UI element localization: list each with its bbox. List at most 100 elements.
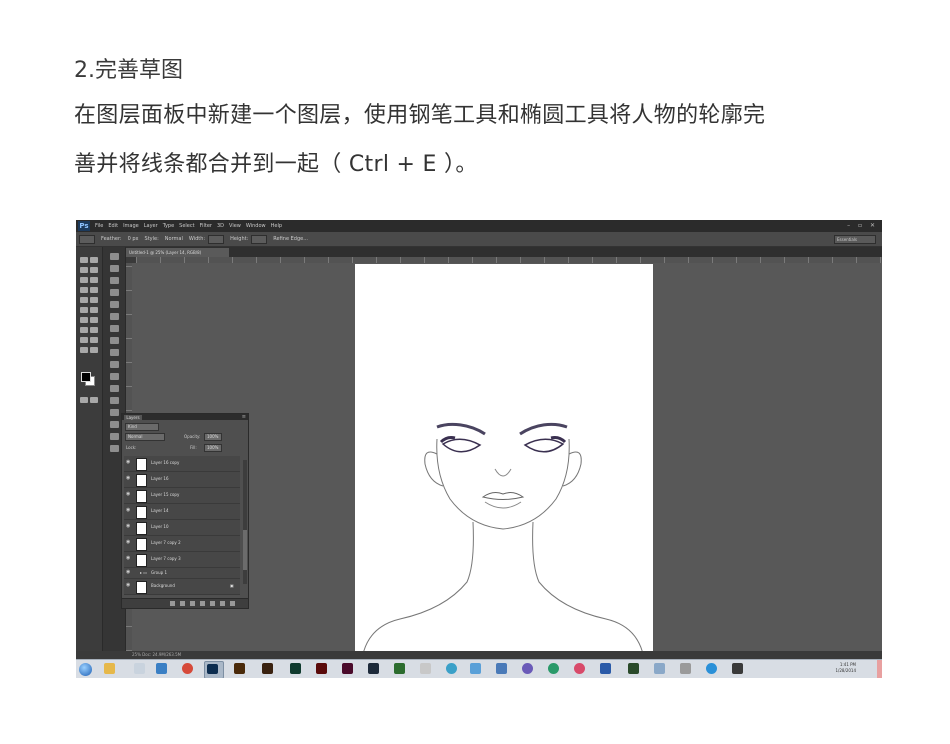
printer-icon[interactable] [654, 663, 665, 674]
histogram-panel-icon[interactable] [110, 409, 119, 416]
menu-type[interactable]: Type [163, 223, 174, 229]
brush-tool-icon[interactable] [90, 287, 98, 293]
paths-panel-icon[interactable] [110, 421, 119, 428]
height-input[interactable] [251, 234, 268, 244]
gradient-tool-icon[interactable] [90, 307, 98, 313]
start-orb-icon[interactable] [79, 663, 92, 676]
brush-panel-icon[interactable] [110, 337, 119, 344]
clone-source-icon[interactable] [110, 361, 119, 368]
stamp-tool-icon[interactable] [80, 297, 88, 303]
photoshop-icon[interactable] [207, 664, 218, 674]
lasso-tool-icon[interactable] [80, 267, 88, 273]
bridge-icon[interactable] [262, 663, 273, 674]
brush-presets-icon[interactable] [110, 349, 119, 356]
layer-row[interactable]: ◉ Layer 14 [124, 504, 240, 520]
layer-row[interactable]: ◉ Layer 16 copy [124, 456, 240, 472]
visibility-eye-icon[interactable]: ◉ [126, 508, 131, 513]
actions-panel-icon[interactable] [110, 373, 119, 380]
adjustments-panel-icon[interactable] [110, 289, 119, 296]
screen-mode-icon[interactable] [90, 397, 98, 403]
opacity-input[interactable]: 100% [204, 433, 222, 441]
dreamweaver-icon[interactable] [290, 663, 301, 674]
menu-window[interactable]: Window [246, 223, 266, 229]
document-canvas[interactable] [355, 264, 653, 651]
media-icon[interactable] [522, 663, 533, 674]
app-icon[interactable] [394, 663, 405, 674]
menu-layer[interactable]: Layer [144, 223, 158, 229]
link-layers-icon[interactable] [170, 601, 175, 606]
workspace-switcher[interactable]: Essentials [834, 235, 876, 244]
visibility-eye-icon[interactable]: ◉ [126, 570, 131, 575]
properties-panel-icon[interactable] [110, 265, 119, 272]
visibility-eye-icon[interactable]: ◉ [126, 492, 131, 497]
add-mask-icon[interactable] [190, 601, 195, 606]
visibility-eye-icon[interactable]: ◉ [126, 476, 131, 481]
skype-icon[interactable] [706, 663, 717, 674]
twitter-icon[interactable] [600, 663, 611, 674]
menu-3d[interactable]: 3D [217, 223, 224, 229]
window-icon[interactable] [496, 663, 507, 674]
layer-row[interactable]: ◉ Layer 7 copy 3 [124, 552, 240, 568]
app2-icon[interactable] [548, 663, 559, 674]
illustrator-icon[interactable] [234, 663, 245, 674]
character-panel-icon[interactable] [110, 313, 119, 320]
layer-row[interactable]: ◉ Layer 10 [124, 520, 240, 536]
scrollbar-thumb[interactable] [243, 530, 247, 570]
paint-icon[interactable] [680, 663, 691, 674]
indesign-icon[interactable] [342, 663, 353, 674]
layer-row[interactable]: ◉ Layer 7 copy 2 [124, 536, 240, 552]
style-select[interactable]: Normal [165, 236, 183, 242]
visibility-eye-icon[interactable]: ◉ [126, 556, 131, 561]
path-select-tool-icon[interactable] [80, 337, 88, 343]
menu-select[interactable]: Select [179, 223, 194, 229]
layers-tab[interactable]: Layers [124, 415, 142, 420]
layer-group-row[interactable]: ◉ ▸ ▭ Group 1 [124, 568, 240, 579]
app3-icon[interactable] [574, 663, 585, 674]
zoom-tool-icon[interactable] [90, 347, 98, 353]
shape-tool-icon[interactable] [90, 337, 98, 343]
paragraph-panel-icon[interactable] [110, 325, 119, 332]
background-layer-row[interactable]: ◉ Background ▣ [124, 579, 240, 595]
lightroom-icon[interactable] [368, 663, 379, 674]
image-icon[interactable] [470, 663, 481, 674]
blur-tool-icon[interactable] [80, 317, 88, 323]
feather-input[interactable]: 0 px [128, 236, 139, 242]
layers-scrollbar[interactable] [243, 460, 247, 584]
new-layer-icon[interactable] [220, 601, 225, 606]
eraser-tool-icon[interactable] [80, 307, 88, 313]
swatches-panel-icon[interactable] [110, 277, 119, 284]
marquee-tool-icon[interactable] [90, 257, 98, 263]
healing-tool-icon[interactable] [80, 287, 88, 293]
chrome-icon[interactable] [182, 663, 193, 674]
menu-help[interactable]: Help [271, 223, 282, 229]
quick-mask-icon[interactable] [80, 397, 88, 403]
quick-select-tool-icon[interactable] [90, 267, 98, 273]
history-panel-icon[interactable] [110, 253, 119, 260]
layer-filter-select[interactable]: Kind [125, 423, 159, 431]
document-tab[interactable]: Untitled-1 @ 25% (Layer 14, RGB/8) [126, 248, 229, 257]
layers-panel-icon[interactable] [110, 445, 119, 452]
eyedropper-tool-icon[interactable] [90, 277, 98, 283]
panel-menu-icon[interactable]: ≡ [242, 414, 246, 420]
new-group-icon[interactable] [210, 601, 215, 606]
visibility-eye-icon[interactable]: ◉ [126, 524, 131, 529]
history-brush-tool-icon[interactable] [90, 297, 98, 303]
delete-layer-icon[interactable] [230, 601, 235, 606]
show-desktop-button[interactable] [877, 660, 882, 678]
pen-tool-icon[interactable] [420, 663, 431, 674]
menu-filter[interactable]: Filter [200, 223, 212, 229]
dodge-tool-icon[interactable] [90, 317, 98, 323]
blend-mode-select[interactable]: Normal [125, 433, 165, 441]
width-input[interactable] [208, 234, 225, 244]
type-tool-icon[interactable] [90, 327, 98, 333]
system-clock[interactable]: 1:41 PM 1/28/2014 [835, 662, 856, 674]
navigator-panel-icon[interactable] [110, 397, 119, 404]
adjustment-layer-icon[interactable] [200, 601, 205, 606]
menu-file[interactable]: File [95, 223, 103, 229]
info-panel-icon[interactable] [110, 385, 119, 392]
hand-tool-icon[interactable] [80, 347, 88, 353]
visibility-eye-icon[interactable]: ◉ [126, 540, 131, 545]
visibility-eye-icon[interactable]: ◉ [126, 583, 131, 588]
flash-icon[interactable] [316, 663, 327, 674]
move-tool-icon[interactable] [80, 257, 88, 263]
